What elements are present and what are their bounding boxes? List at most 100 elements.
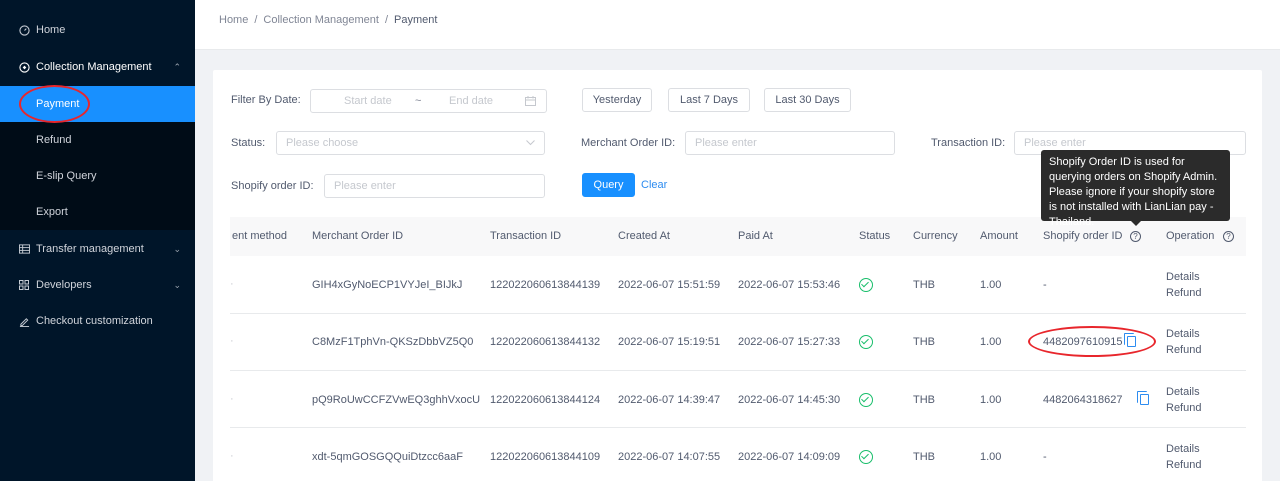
- merchant-order-id-cell: pQ9RoUwCCFZVwEQ3ghhVxocU: [312, 394, 481, 406]
- amount-cell: 1.00: [980, 279, 1002, 291]
- transaction-id-cell: 122022060613844139: [490, 279, 601, 291]
- details-link[interactable]: Details: [1166, 328, 1200, 340]
- breadcrumb-separator: /: [254, 14, 258, 26]
- details-link[interactable]: Details: [1166, 386, 1200, 398]
- transaction-id-cell: 122022060613844132: [490, 336, 601, 348]
- sidebar-item-collection-management[interactable]: Collection Management ⌃: [0, 49, 195, 85]
- amount-cell: 1.00: [980, 394, 1002, 406]
- payment-card: Filter By Date: Start date ~ End date Ye…: [213, 70, 1262, 481]
- sidebar-item-label: Collection Management: [36, 61, 152, 73]
- payment-method-cell: ·: [230, 335, 234, 347]
- help-icon[interactable]: ?: [1130, 231, 1141, 242]
- currency-cell: THB: [913, 279, 935, 291]
- col-shopify-order-id: Shopify order ID: [1043, 230, 1123, 242]
- calendar-icon: [525, 96, 536, 109]
- merchant-order-id-cell: C8MzF1TphVn-QKSzDbbVZ5Q0: [312, 336, 474, 348]
- refund-link[interactable]: Refund: [1166, 459, 1201, 471]
- refund-link[interactable]: Refund: [1166, 344, 1201, 356]
- sidebar-item-label: E-slip Query: [36, 170, 97, 182]
- chevron-down-icon: [526, 137, 535, 149]
- col-transaction-id: Transaction ID: [490, 230, 562, 242]
- table-row: · pQ9RoUwCCFZVwEQ3ghhVxocU 1220220606138…: [230, 371, 1246, 428]
- breadcrumb-section[interactable]: Collection Management: [263, 14, 379, 26]
- col-operation: Operation: [1166, 230, 1215, 242]
- created-at-cell: 2022-06-07 14:07:55: [618, 451, 721, 463]
- merchant-order-id-cell: xdt-5qmGOSGQQuiDtzcc6aaF: [312, 451, 463, 463]
- date-range-separator: ~: [415, 95, 422, 107]
- col-merchant-order-id: Merchant Order ID: [312, 230, 404, 242]
- grid-icon: [18, 279, 30, 291]
- shopify-order-id-input[interactable]: Please enter: [324, 174, 545, 198]
- table-icon: [18, 243, 30, 255]
- date-filter-label: Filter By Date:: [231, 94, 301, 106]
- help-icon[interactable]: ?: [1223, 231, 1234, 242]
- copy-icon[interactable]: [1137, 391, 1149, 405]
- chevron-up-icon: ⌃: [173, 61, 181, 72]
- sidebar: Home Collection Management ⌃ Payment Ref…: [0, 0, 195, 481]
- sidebar-item-label: Refund: [36, 134, 72, 146]
- transaction-id-cell: 122022060613844124: [490, 394, 601, 406]
- shopify-order-id-cell: 4482097610915: [1043, 336, 1123, 348]
- transaction-id-cell: 122022060613844109: [490, 451, 601, 463]
- transaction-id-label: Transaction ID:: [931, 137, 1006, 149]
- top-bar: Home / Collection Management / Payment: [195, 0, 1280, 50]
- payment-method-cell: ·: [230, 393, 234, 405]
- sidebar-item-export[interactable]: Export: [0, 194, 195, 230]
- amount-cell: 1.00: [980, 451, 1002, 463]
- status-select-value: Please choose: [286, 137, 359, 149]
- refund-link[interactable]: Refund: [1166, 402, 1201, 414]
- end-date-input[interactable]: End date: [449, 95, 493, 107]
- payment-method-cell: ·: [230, 450, 234, 462]
- merchant-order-id-cell: GIH4xGyNoECP1VYJeI_BIJkJ: [312, 279, 463, 291]
- table-row: · C8MzF1TphVn-QKSzDbbVZ5Q0 1220220606138…: [230, 314, 1246, 371]
- created-at-cell: 2022-06-07 15:51:59: [618, 279, 721, 291]
- currency-cell: THB: [913, 451, 935, 463]
- success-check-icon: [859, 278, 873, 292]
- breadcrumb-separator: /: [384, 14, 389, 26]
- details-link[interactable]: Details: [1166, 443, 1200, 455]
- breadcrumb-current: Payment: [394, 14, 438, 26]
- currency-cell: THB: [913, 336, 935, 348]
- col-payment-method: ent method: [232, 230, 288, 242]
- chevron-down-icon: ⌄: [173, 243, 181, 254]
- breadcrumb: Home / Collection Management / Payment: [219, 14, 437, 26]
- sidebar-item-transfer-management[interactable]: Transfer management ⌄: [0, 231, 195, 267]
- paid-at-cell: 2022-06-07 15:53:46: [738, 279, 841, 291]
- payment-method-cell: ·: [230, 278, 234, 290]
- created-at-cell: 2022-06-07 15:19:51: [618, 336, 721, 348]
- col-amount: Amount: [980, 230, 1018, 242]
- sidebar-item-checkout-customization[interactable]: Checkout customization: [0, 303, 195, 339]
- yesterday-button[interactable]: Yesterday: [582, 88, 652, 112]
- sidebar-item-payment[interactable]: Payment: [0, 86, 195, 122]
- sidebar-item-home[interactable]: Home: [0, 12, 195, 48]
- success-check-icon: [859, 335, 873, 349]
- sidebar-item-e-slip-query[interactable]: E-slip Query: [0, 158, 195, 194]
- col-paid-at: Paid At: [738, 230, 773, 242]
- details-link[interactable]: Details: [1166, 271, 1200, 283]
- clear-link[interactable]: Clear: [641, 179, 667, 191]
- date-range-picker[interactable]: Start date ~ End date: [310, 89, 547, 113]
- last-30-days-button[interactable]: Last 30 Days: [764, 88, 851, 112]
- query-button[interactable]: Query: [582, 173, 635, 197]
- col-status: Status: [859, 230, 891, 242]
- refund-link[interactable]: Refund: [1166, 287, 1201, 299]
- sidebar-item-developers[interactable]: Developers ⌄: [0, 267, 195, 303]
- last-7-days-button[interactable]: Last 7 Days: [668, 88, 750, 112]
- currency-cell: THB: [913, 394, 935, 406]
- col-created-at: Created At: [618, 230, 670, 242]
- copy-icon[interactable]: [1124, 333, 1136, 347]
- status-select[interactable]: Please choose: [276, 131, 545, 155]
- paid-at-cell: 2022-06-07 15:27:33: [738, 336, 841, 348]
- breadcrumb-home[interactable]: Home: [219, 14, 248, 26]
- shopify-order-id-cell: 4482064318627: [1043, 394, 1123, 406]
- success-check-icon: [859, 450, 873, 464]
- paid-at-cell: 2022-06-07 14:45:30: [738, 394, 841, 406]
- sidebar-item-refund[interactable]: Refund: [0, 122, 195, 158]
- sidebar-item-label: Developers: [36, 279, 92, 291]
- col-currency: Currency: [913, 230, 958, 242]
- sidebar-item-label: Checkout customization: [36, 315, 153, 327]
- merchant-order-id-input[interactable]: Please enter: [685, 131, 895, 155]
- table-row: · GIH4xGyNoECP1VYJeI_BIJkJ 1220220606138…: [230, 257, 1246, 314]
- start-date-input[interactable]: Start date: [344, 95, 392, 107]
- status-label: Status:: [231, 137, 266, 149]
